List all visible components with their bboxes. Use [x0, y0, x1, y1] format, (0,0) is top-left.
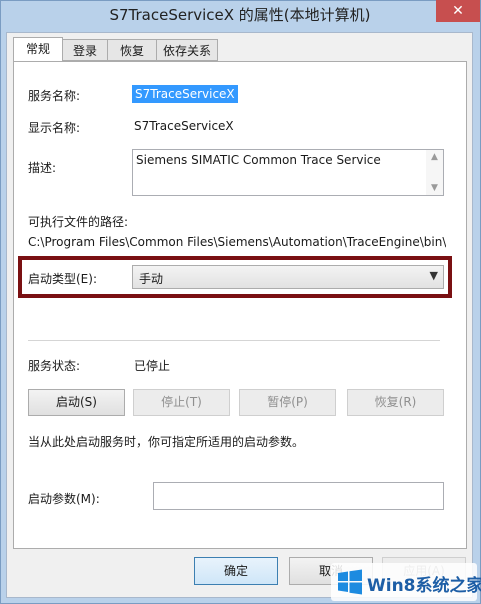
chevron-down-icon: ▼: [429, 269, 438, 282]
tab-logon[interactable]: 登录: [62, 39, 108, 61]
exe-path-label: 可执行文件的路径:: [28, 215, 129, 229]
pause-button[interactable]: 暂停(P): [239, 389, 336, 416]
start-button[interactable]: 启动(S): [28, 389, 125, 416]
start-params-hint: 当从此处启动服务时，你可指定所适用的启动参数。: [28, 435, 305, 449]
startup-type-select[interactable]: 手动 ▼: [132, 265, 444, 289]
stop-button[interactable]: 停止(T): [133, 389, 230, 416]
windows-logo-icon: [338, 569, 362, 595]
startup-type-label: 启动类型(E):: [28, 272, 97, 286]
service-name-label: 服务名称:: [28, 89, 81, 103]
tab-general-label: 常规: [25, 42, 50, 56]
description-scrollbar[interactable]: ▲ ▼: [426, 150, 443, 195]
scroll-down-icon[interactable]: ▼: [426, 181, 443, 195]
tab-general[interactable]: 常规: [13, 37, 63, 62]
tab-panel-general: [13, 61, 467, 549]
startup-type-value: 手动: [139, 272, 164, 286]
watermark: Win8系统之家: [331, 563, 481, 601]
display-name-label: 显示名称:: [28, 121, 81, 135]
description-text: Siemens SIMATIC Common Trace Service: [136, 153, 381, 167]
tab-dependencies-label: 依存关系: [162, 44, 211, 58]
start-params-label: 启动参数(M):: [28, 492, 100, 506]
description-label: 描述:: [28, 161, 57, 175]
service-name-value[interactable]: S7TraceServiceX: [132, 85, 238, 103]
ok-button[interactable]: 确定: [194, 557, 278, 585]
start-params-input[interactable]: [153, 482, 444, 510]
resume-button[interactable]: 恢复(R): [347, 389, 444, 416]
watermark-text: Win8系统之家: [367, 576, 481, 596]
close-button[interactable]: ✕: [436, 0, 480, 22]
description-box[interactable]: Siemens SIMATIC Common Trace Service: [132, 149, 444, 196]
service-status-value: 已停止: [134, 359, 171, 373]
tab-recovery-label: 恢复: [119, 44, 144, 58]
tab-logon-label: 登录: [72, 44, 97, 58]
tab-dependencies[interactable]: 依存关系: [156, 39, 218, 61]
close-icon: ✕: [452, 3, 464, 19]
title-bar[interactable]: S7TraceServiceX 的属性(本地计算机) ✕: [0, 0, 481, 32]
scroll-up-icon[interactable]: ▲: [426, 150, 443, 164]
tab-recovery[interactable]: 恢复: [107, 39, 157, 61]
window-title: S7TraceServiceX 的属性(本地计算机): [109, 6, 371, 24]
display-name-value: S7TraceServiceX: [134, 119, 234, 133]
service-status-label: 服务状态:: [28, 359, 81, 373]
exe-path-value: C:\Program Files\Common Files\Siemens\Au…: [28, 235, 446, 249]
section-divider: [28, 340, 440, 341]
